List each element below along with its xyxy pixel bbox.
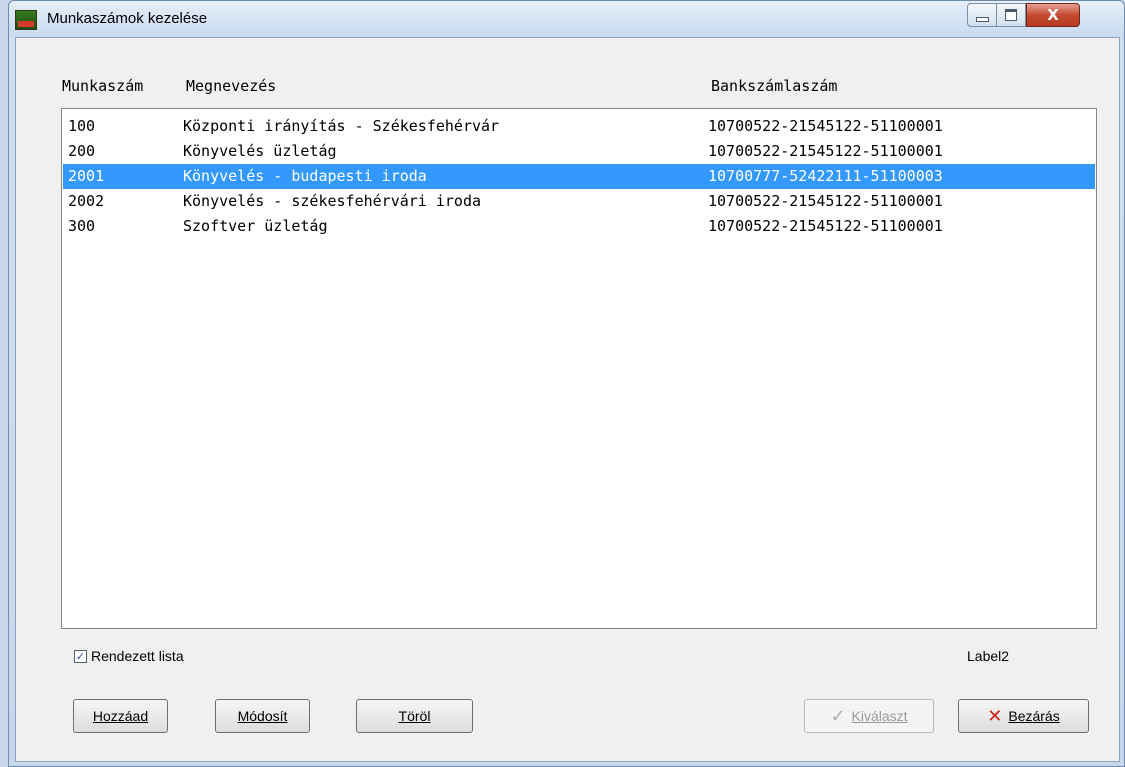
minimize-icon	[975, 16, 989, 22]
row-bankszamla: 10700522-21545122-51100001	[708, 192, 943, 210]
title-bar[interactable]: Munkaszámok kezelése X	[9, 1, 1124, 37]
sorted-list-checkbox-group[interactable]: ✓ Rendezett lista	[74, 648, 184, 664]
app-icon[interactable]	[15, 10, 37, 30]
row-bankszamla: 10700777-52422111-51100003	[708, 167, 943, 185]
status-label: Label2	[967, 648, 1010, 664]
row-munkaszam: 2002	[68, 192, 105, 210]
munkaszam-listbox[interactable]: 100 Központi irányítás - Székesfehérvár …	[61, 108, 1097, 629]
column-header-bankszamlaszam: Bankszámlaszám	[711, 77, 838, 95]
maximize-icon	[1005, 9, 1017, 21]
column-header-munkaszam: Munkaszám	[62, 77, 144, 95]
row-megnevezes: Könyvelés - budapesti iroda	[183, 167, 427, 185]
row-bankszamla: 10700522-21545122-51100001	[708, 142, 943, 160]
maximize-button[interactable]	[996, 3, 1026, 27]
row-munkaszam: 300	[68, 217, 96, 235]
row-megnevezes: Központi irányítás - Székesfehérvár	[183, 117, 500, 135]
row-bankszamla: 10700522-21545122-51100001	[708, 217, 943, 235]
list-item-selected[interactable]: 2001 Könyvelés - budapesti iroda 1070077…	[63, 164, 1095, 189]
checkmark-icon: ✓	[830, 705, 846, 726]
red-x-icon: ✕	[987, 705, 1003, 727]
client-area: Munkaszám Megnevezés Bankszámlaszám 100 …	[15, 37, 1120, 762]
delete-button[interactable]: Töröl	[356, 699, 473, 733]
checkmark-icon: ✓	[75, 649, 86, 663]
column-header-megnevezes: Megnevezés	[186, 77, 277, 95]
sorted-list-label[interactable]: Rendezett lista	[91, 648, 184, 664]
row-megnevezes: Könyvelés üzletág	[183, 142, 337, 160]
row-bankszamla: 10700522-21545122-51100001	[708, 117, 943, 135]
row-megnevezes: Szoftver üzletág	[183, 217, 328, 235]
sorted-list-checkbox[interactable]: ✓	[74, 649, 87, 663]
list-item[interactable]: 2002 Könyvelés - székesfehérvári iroda 1…	[63, 189, 1095, 214]
row-munkaszam: 100	[68, 117, 96, 135]
row-munkaszam: 200	[68, 142, 96, 160]
modify-button[interactable]: Módosít	[215, 699, 310, 733]
window-title: Munkaszámok kezelése	[47, 10, 208, 27]
close-button[interactable]: ✕ Bezárás	[958, 699, 1089, 733]
list-item[interactable]: 100 Központi irányítás - Székesfehérvár …	[63, 114, 1095, 139]
window-close-button[interactable]: X	[1026, 3, 1080, 27]
row-munkaszam: 2001	[68, 167, 105, 185]
select-button[interactable]: ✓ Kiválaszt	[804, 699, 934, 733]
minimize-button[interactable]	[967, 3, 997, 27]
list-item[interactable]: 300 Szoftver üzletág 10700522-21545122-5…	[63, 214, 1095, 239]
list-item[interactable]: 200 Könyvelés üzletág 10700522-21545122-…	[63, 139, 1095, 164]
row-megnevezes: Könyvelés - székesfehérvári iroda	[183, 192, 482, 210]
add-button[interactable]: Hozzáad	[73, 699, 168, 733]
main-window: Munkaszámok kezelése X Munkaszám Megneve…	[8, 0, 1125, 767]
close-icon: X	[1047, 6, 1059, 24]
